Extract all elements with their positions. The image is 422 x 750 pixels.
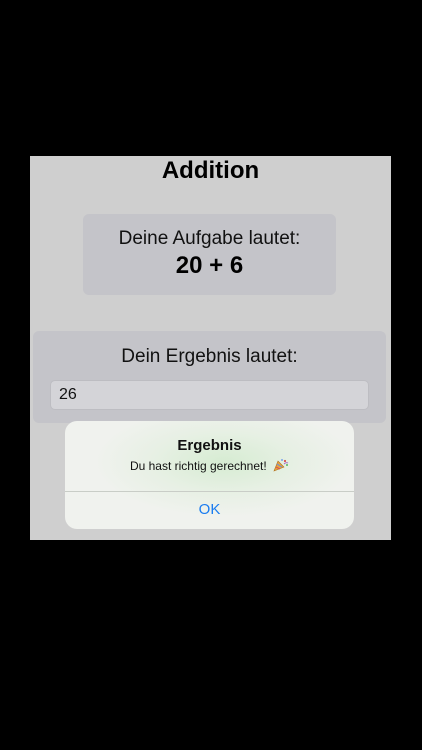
result-alert: Ergebnis Du hast richtig gerechnet! OK [65,421,354,529]
result-label: Dein Ergebnis lautet: [121,346,298,367]
task-label: Deine Aufgabe lautet: [118,228,301,249]
alert-message: Du hast richtig gerechnet! [65,458,354,476]
party-popper-icon [273,458,289,476]
result-input[interactable]: 26 [50,380,369,410]
page-title: Addition [161,157,260,184]
alert-title: Ergebnis [177,437,242,454]
task-expression: 20 + 6 [175,252,244,279]
ok-button[interactable]: OK [65,492,354,529]
result-card: Dein Ergebnis lautet: 26 [33,331,386,423]
alert-message-text: Du hast richtig gerechnet! [129,459,267,473]
task-card: Deine Aufgabe lautet: 20 + 6 [83,214,336,295]
